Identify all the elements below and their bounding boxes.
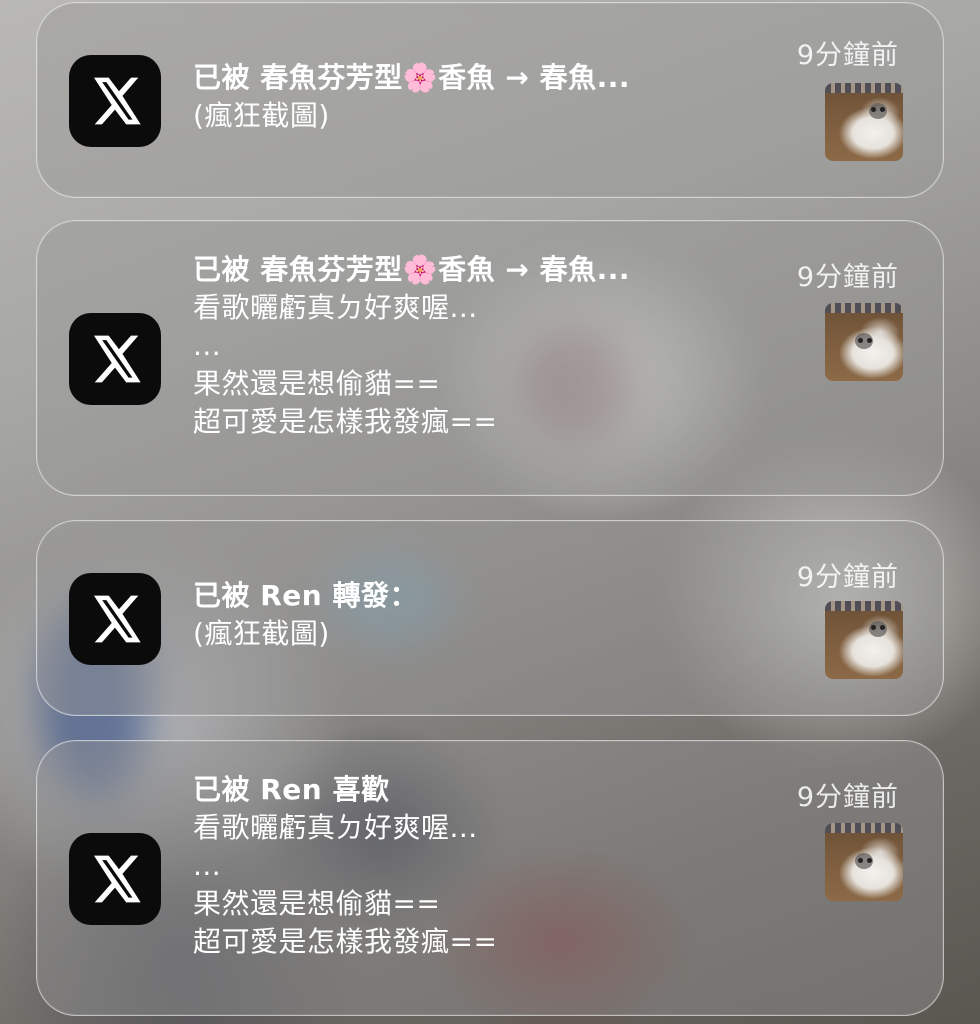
notification-body-line: ... — [193, 849, 222, 882]
notification-body-line: 果然還是想偷貓== — [193, 367, 441, 400]
notification-body-line: (瘋狂截圖) — [193, 617, 330, 650]
notification-body-line: 超可愛是怎樣我發瘋== — [193, 405, 498, 438]
notification-body-line: (瘋狂截圖) — [193, 99, 330, 132]
notification-time: 9分鐘前 — [796, 40, 899, 71]
cat-thumbnail — [825, 303, 903, 381]
notification-body-line: 看歌曬虧真ㄉ好爽喔... — [193, 811, 478, 844]
notification-card[interactable]: 已被 Ren 轉發： (瘋狂截圖) 9分鐘前 — [36, 520, 944, 716]
x-logo-icon — [69, 55, 161, 147]
notification-content: 已被 Ren 喜歡 看歌曬虧真ㄉ好爽喔... ... 果然還是想偷貓== 超可愛… — [193, 771, 753, 961]
notification-card[interactable]: 已被 春魚芬芳型🌸香魚 → 春魚... (瘋狂截圖) 9分鐘前 — [36, 2, 944, 198]
notification-body-line: 超可愛是怎樣我發瘋== — [193, 925, 498, 958]
notification-content: 已被 Ren 轉發： (瘋狂截圖) — [193, 577, 753, 653]
x-logo-icon — [69, 573, 161, 665]
notification-content: 已被 春魚芬芳型🌸香魚 → 春魚... (瘋狂截圖) — [193, 59, 753, 135]
notification-card[interactable]: 已被 春魚芬芳型🌸香魚 → 春魚... 看歌曬虧真ㄉ好爽喔... ... 果然還… — [36, 220, 944, 496]
notification-title: 已被 春魚芬芳型🌸香魚 → 春魚... — [193, 253, 630, 286]
notification-time: 9分鐘前 — [796, 562, 899, 593]
notification-body-line: 看歌曬虧真ㄉ好爽喔... — [193, 291, 478, 324]
notification-title: 已被 春魚芬芳型🌸香魚 → 春魚... — [193, 61, 630, 94]
notification-content: 已被 春魚芬芳型🌸香魚 → 春魚... 看歌曬虧真ㄉ好爽喔... ... 果然還… — [193, 251, 753, 441]
cat-thumbnail — [825, 83, 903, 161]
notification-card[interactable]: 已被 Ren 喜歡 看歌曬虧真ㄉ好爽喔... ... 果然還是想偷貓== 超可愛… — [36, 740, 944, 1016]
x-logo-icon — [69, 833, 161, 925]
notification-title: 已被 Ren 轉發： — [193, 579, 418, 612]
cat-thumbnail — [825, 823, 903, 901]
notification-body-line: 果然還是想偷貓== — [193, 887, 441, 920]
notification-time: 9分鐘前 — [796, 782, 899, 813]
notification-time: 9分鐘前 — [796, 262, 899, 293]
cat-thumbnail — [825, 601, 903, 679]
notification-title: 已被 Ren 喜歡 — [193, 773, 390, 806]
notification-body-line: ... — [193, 329, 222, 362]
x-logo-icon — [69, 313, 161, 405]
